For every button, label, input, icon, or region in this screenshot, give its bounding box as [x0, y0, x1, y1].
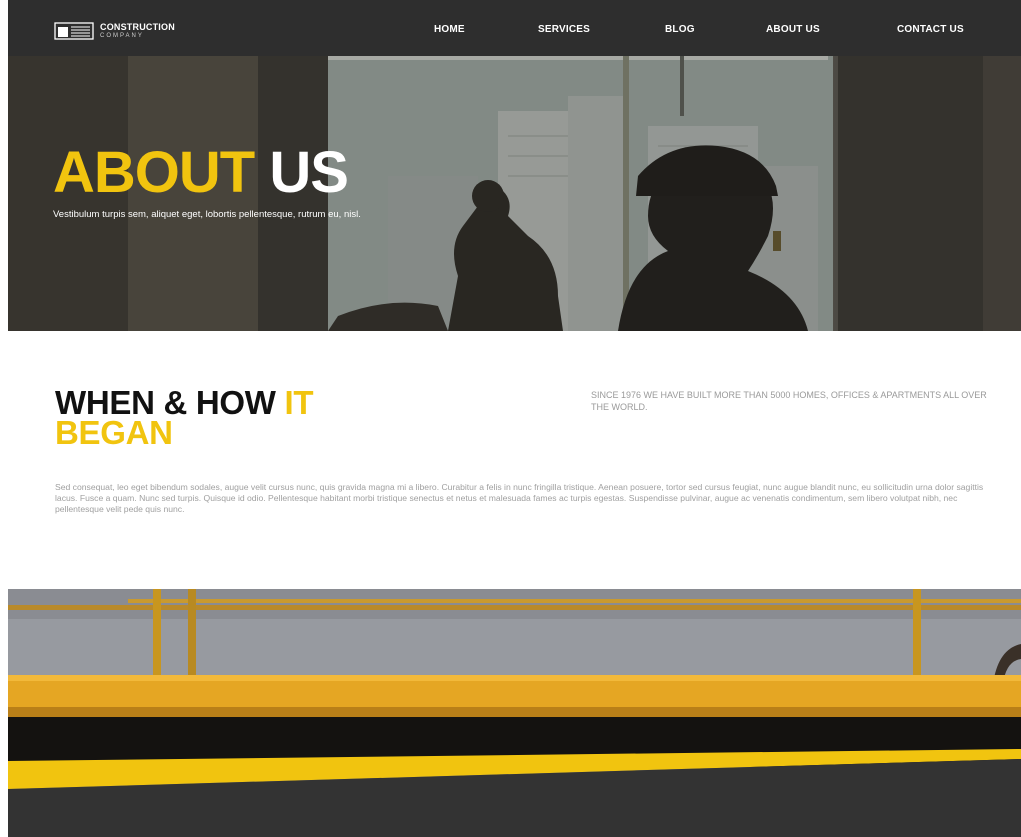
- about-paragraph: Sed consequat, leo eget bibendum sodales…: [55, 482, 984, 514]
- hero-banner: ABOUT US Vestibulum turpis sem, aliquet …: [8, 56, 1021, 331]
- brand-name: CONSTRUCTION: [100, 22, 175, 32]
- page: CONSTRUCTION COMPANY HOME SERVICES BLOG …: [8, 0, 1021, 837]
- nav-item-contact-us[interactable]: CONTACT US: [897, 24, 964, 35]
- nav-item-home[interactable]: HOME: [434, 24, 465, 35]
- nav-item-blog[interactable]: BLOG: [665, 24, 695, 35]
- section-heading: WHEN & HOW IT BEGAN: [55, 386, 314, 451]
- bottom-banner: [8, 589, 1021, 837]
- brand-subtitle: COMPANY: [100, 33, 144, 39]
- page-title-accent: ABOUT: [53, 140, 255, 205]
- since-statement: SINCE 1976 WE HAVE BUILT MORE THAN 5000 …: [591, 390, 987, 412]
- top-navbar: CONSTRUCTION COMPANY HOME SERVICES BLOG …: [8, 0, 1021, 56]
- page-title: ABOUT US: [53, 144, 349, 202]
- nav-item-services[interactable]: SERVICES: [538, 24, 590, 35]
- brand-logo[interactable]: CONSTRUCTION COMPANY: [54, 20, 175, 42]
- heading-accent-it: IT: [284, 384, 314, 421]
- banner-background-image: [8, 589, 1021, 837]
- hero-subtitle: Vestibulum turpis sem, aliquet eget, lob…: [53, 209, 361, 220]
- nav-item-about-us[interactable]: ABOUT US: [766, 24, 820, 35]
- building-logo-icon: [54, 22, 94, 40]
- page-title-rest: US: [254, 140, 349, 205]
- heading-accent-began: BEGAN: [55, 414, 173, 451]
